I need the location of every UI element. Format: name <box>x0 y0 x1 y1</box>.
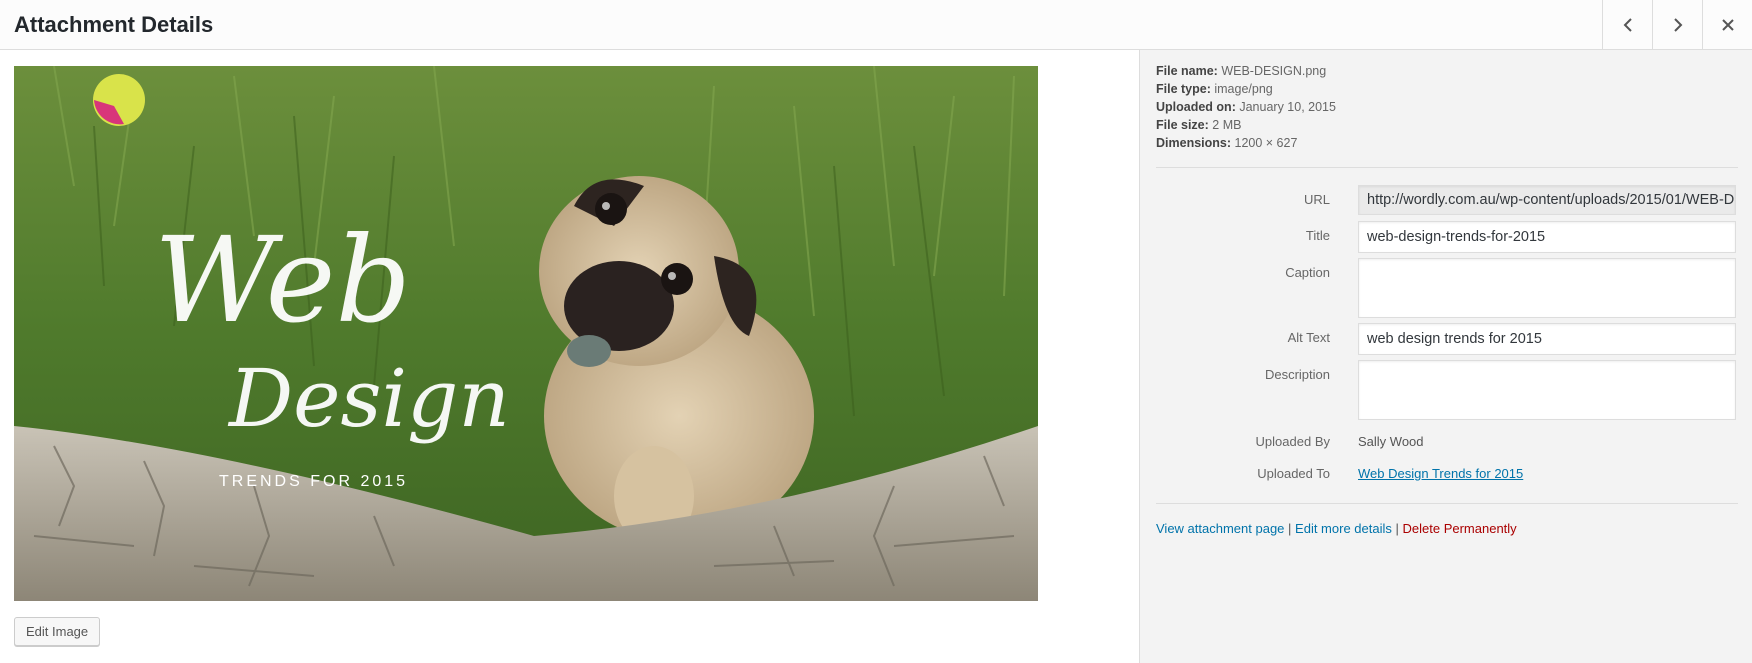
dimensions-row: Dimensions: 1200 × 627 <box>1156 136 1298 150</box>
caption-textarea[interactable] <box>1358 258 1736 318</box>
uploaded-on-row: Uploaded on: January 10, 2015 <box>1156 100 1336 114</box>
title-field[interactable]: web-design-trends-for-2015 <box>1358 221 1736 253</box>
attachment-image: Web Design TRENDS FOR 2015 <box>14 66 1038 601</box>
previous-button[interactable] <box>1602 0 1652 49</box>
media-preview-panel: Web Design TRENDS FOR 2015 Edit Image <box>0 50 1139 663</box>
alt-text-label: Alt Text <box>1287 330 1330 345</box>
chevron-left-icon <box>1623 17 1632 32</box>
link-separator: | <box>1395 521 1399 536</box>
url-field[interactable]: http://wordly.com.au/wp-content/uploads/… <box>1358 185 1736 215</box>
caption-label: Caption <box>1285 265 1330 280</box>
modal-header: Attachment Details <box>0 0 1752 50</box>
delete-permanently-link[interactable]: Delete Permanently <box>1403 521 1517 536</box>
attachment-actions: View attachment page | Edit more details… <box>1156 521 1517 536</box>
view-attachment-page-link[interactable]: View attachment page <box>1156 521 1284 536</box>
preview-headline-web: Web <box>154 211 411 349</box>
description-textarea[interactable] <box>1358 360 1736 420</box>
close-icon <box>1721 18 1734 31</box>
file-type-row: File type: image/png <box>1156 82 1273 96</box>
edit-image-button[interactable]: Edit Image <box>14 617 101 646</box>
chevron-right-icon <box>1673 17 1682 32</box>
dimensions: 1200 × 627 <box>1234 136 1298 150</box>
alt-text-field[interactable]: web design trends for 2015 <box>1358 323 1736 355</box>
uploaded-by-value: Sally Wood <box>1358 434 1424 449</box>
preview-headline-design: Design <box>227 352 510 445</box>
edit-more-details-link[interactable]: Edit more details <box>1295 521 1392 536</box>
link-separator: | <box>1288 521 1292 536</box>
uploaded-by-label: Uploaded By <box>1255 434 1330 449</box>
file-size-row: File size: 2 MB <box>1156 118 1242 132</box>
file-details: File name: WEB-DESIGN.png File type: ima… <box>1156 62 1336 152</box>
page-title: Attachment Details <box>14 12 214 37</box>
uploaded-to-link[interactable]: Web Design Trends for 2015 <box>1358 466 1523 481</box>
uploaded-on: January 10, 2015 <box>1239 100 1336 114</box>
description-label: Description <box>1264 367 1330 382</box>
title-label: Title <box>1305 228 1330 243</box>
url-label: URL <box>1303 192 1330 207</box>
file-type: image/png <box>1214 82 1273 96</box>
divider <box>1156 167 1738 168</box>
preview-tagline: TRENDS FOR 2015 <box>219 473 408 490</box>
close-button[interactable] <box>1702 0 1752 49</box>
divider <box>1156 503 1738 504</box>
file-name-row: File name: WEB-DESIGN.png <box>1156 64 1327 78</box>
attachment-details-modal: Attachment Details Web Design TRENDS FOR… <box>0 0 1752 663</box>
next-button[interactable] <box>1652 0 1702 49</box>
file-size: 2 MB <box>1212 118 1242 132</box>
file-name: WEB-DESIGN.png <box>1221 64 1327 78</box>
attachment-info-sidebar: File name: WEB-DESIGN.png File type: ima… <box>1139 50 1752 663</box>
uploaded-to-label: Uploaded To <box>1257 466 1330 481</box>
